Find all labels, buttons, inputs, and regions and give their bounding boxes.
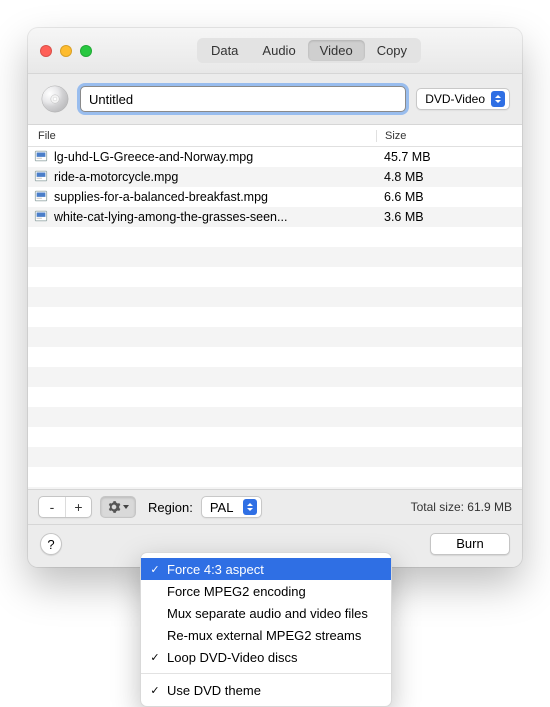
menu-item[interactable]: ✓ Loop DVD-Video discs xyxy=(141,646,391,668)
window: Data Audio Video Copy DVD-Video xyxy=(28,28,522,567)
file-size: 4.8 MB xyxy=(376,170,516,184)
zoom-button[interactable] xyxy=(80,45,92,57)
file-size: 3.6 MB xyxy=(376,210,516,224)
video-file-icon xyxy=(34,209,48,226)
burn-button[interactable]: Burn xyxy=(430,533,510,555)
mode-tabs: Data Audio Video Copy xyxy=(197,38,421,63)
close-button[interactable] xyxy=(40,45,52,57)
menu-item-label: Loop DVD-Video discs xyxy=(167,650,298,665)
minimize-button[interactable] xyxy=(60,45,72,57)
add-remove-group: - + xyxy=(38,496,92,518)
file-name: white-cat-lying-among-the-grasses-seen..… xyxy=(54,210,287,224)
table-row[interactable]: white-cat-lying-among-the-grasses-seen..… xyxy=(28,207,522,227)
file-name: lg-uhd-LG-Greece-and-Norway.mpg xyxy=(54,150,253,164)
table-header: File Size xyxy=(28,125,522,147)
disc-header: DVD-Video xyxy=(28,74,522,124)
menu-item[interactable]: Force MPEG2 encoding xyxy=(141,580,391,602)
region-value: PAL xyxy=(210,500,234,515)
region-label: Region: xyxy=(148,500,193,515)
help-button[interactable]: ? xyxy=(40,533,62,555)
titlebar: Data Audio Video Copy xyxy=(28,28,522,74)
add-button[interactable]: + xyxy=(65,497,91,517)
tab-video[interactable]: Video xyxy=(308,40,365,61)
disc-type-select[interactable]: DVD-Video xyxy=(416,88,510,110)
total-size-label: Total size: 61.9 MB xyxy=(411,500,512,514)
menu-item[interactable]: ✓ Force 4:3 aspect xyxy=(141,558,391,580)
stepper-icon xyxy=(243,499,257,515)
tab-audio[interactable]: Audio xyxy=(250,40,307,61)
video-file-icon xyxy=(34,189,48,206)
table-row[interactable]: ride-a-motorcycle.mpg 4.8 MB xyxy=(28,167,522,187)
file-size: 45.7 MB xyxy=(376,150,516,164)
chevron-down-icon xyxy=(123,505,129,509)
menu-item[interactable]: Re-mux external MPEG2 streams xyxy=(141,624,391,646)
disc-icon xyxy=(40,84,70,114)
video-file-icon xyxy=(34,149,48,166)
disc-type-value: DVD-Video xyxy=(425,92,485,106)
file-table: File Size lg-uhd-LG-Greece-and-Norway.mp… xyxy=(28,124,522,490)
options-menu: ✓ Force 4:3 aspect Force MPEG2 encoding Mux… xyxy=(140,552,392,707)
bottom-toolbar: - + Region: PAL Total size: 61.9 MB xyxy=(28,490,522,525)
column-header-file[interactable]: File xyxy=(34,130,376,142)
video-file-icon xyxy=(34,169,48,186)
menu-item-label: Use DVD theme xyxy=(167,683,261,698)
region-select[interactable]: PAL xyxy=(201,496,263,518)
stepper-icon xyxy=(491,91,505,107)
tab-copy[interactable]: Copy xyxy=(365,40,419,61)
table-row[interactable]: supplies-for-a-balanced-breakfast.mpg 6.… xyxy=(28,187,522,207)
check-icon: ✓ xyxy=(149,563,161,576)
check-icon: ✓ xyxy=(149,651,161,664)
menu-separator xyxy=(141,673,391,674)
remove-button[interactable]: - xyxy=(39,497,65,517)
table-row[interactable]: lg-uhd-LG-Greece-and-Norway.mpg 45.7 MB xyxy=(28,147,522,167)
menu-item-label: Re-mux external MPEG2 streams xyxy=(167,628,361,643)
column-header-size[interactable]: Size xyxy=(376,130,516,142)
menu-item-label: Mux separate audio and video files xyxy=(167,606,368,621)
file-name: ride-a-motorcycle.mpg xyxy=(54,170,178,184)
menu-item[interactable]: ✓Use DVD theme xyxy=(141,679,391,701)
table-body[interactable]: lg-uhd-LG-Greece-and-Norway.mpg 45.7 MB … xyxy=(28,147,522,489)
menu-item-label: Force 4:3 aspect xyxy=(167,562,264,577)
menu-item-label: Force MPEG2 encoding xyxy=(167,584,306,599)
file-size: 6.6 MB xyxy=(376,190,516,204)
options-menu-button[interactable] xyxy=(100,496,136,518)
gear-icon xyxy=(107,500,121,514)
disc-title-input[interactable] xyxy=(80,86,406,112)
file-name: supplies-for-a-balanced-breakfast.mpg xyxy=(54,190,268,204)
tab-data[interactable]: Data xyxy=(199,40,250,61)
window-controls xyxy=(40,45,92,57)
menu-item[interactable]: Mux separate audio and video files xyxy=(141,602,391,624)
